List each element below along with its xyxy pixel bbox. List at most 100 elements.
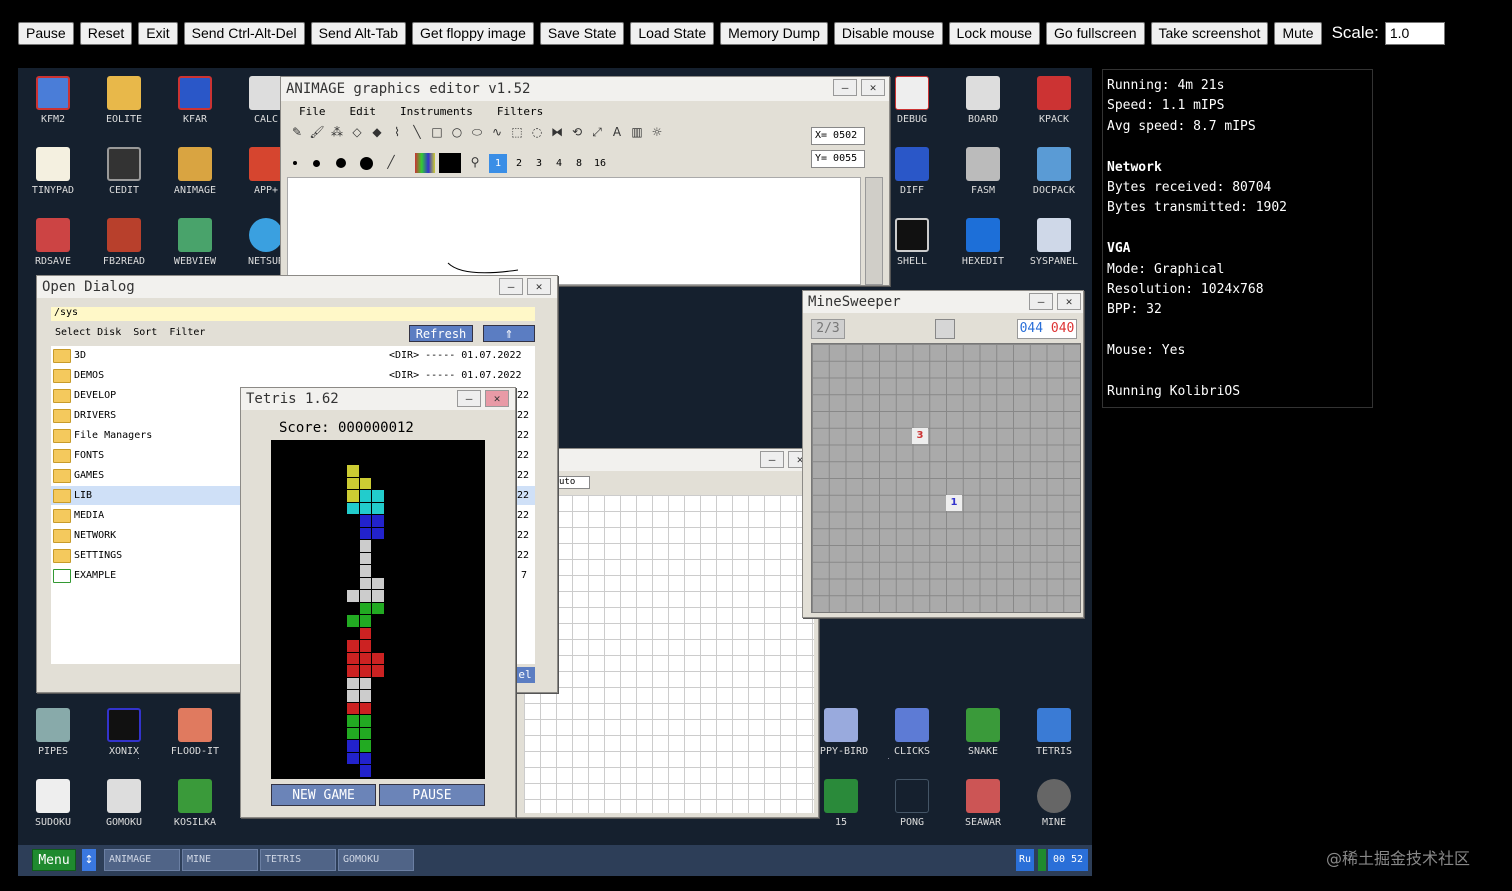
desktop-icon-docpack[interactable]: DOCPACK <box>1019 139 1089 201</box>
close-button[interactable]: ✕ <box>861 79 885 96</box>
desktop-icon-snake[interactable]: SNAKE <box>948 700 1018 762</box>
path-field[interactable]: /sys <box>51 307 535 321</box>
minimize-button[interactable]: – <box>499 278 523 295</box>
thin-line-icon[interactable]: ╱ <box>383 155 399 171</box>
list-item[interactable]: 3D <box>53 346 86 365</box>
disable-mouse-button[interactable]: Disable mouse <box>833 21 943 45</box>
close-button[interactable]: ✕ <box>485 390 509 407</box>
brush-tool-icon[interactable]: 🖌 <box>309 125 325 141</box>
menu-button[interactable]: Menu <box>32 849 76 871</box>
desktop-icon-kpack[interactable]: KPACK <box>1019 68 1089 130</box>
zoom-8[interactable]: 8 <box>571 158 587 169</box>
menu-instruments[interactable]: Instruments <box>400 105 473 118</box>
eraser-tool-icon[interactable]: ◇ <box>349 125 365 141</box>
light-tool-icon[interactable]: ☼ <box>649 125 665 141</box>
list-item[interactable]: SETTINGS <box>53 546 122 565</box>
go-fullscreen-button[interactable]: Go fullscreen <box>1046 21 1145 45</box>
load-state-button[interactable]: Load State <box>630 21 715 45</box>
tetris-window[interactable]: Tetris 1.62 – ✕ Score: 000000012 NEW GAM… <box>240 387 516 818</box>
dot-size-3-icon[interactable] <box>336 158 346 168</box>
scale-input[interactable] <box>1384 21 1445 45</box>
memory-dump-button[interactable]: Memory Dump <box>720 21 828 45</box>
desktop-icon-kfm2[interactable]: KFM2 <box>18 68 88 130</box>
minimize-button[interactable]: – <box>833 79 857 96</box>
dot-size-4-icon[interactable] <box>360 156 373 170</box>
minimize-button[interactable]: – <box>760 451 784 468</box>
desktop-icon-tinypad[interactable]: TINYPAD <box>18 139 88 201</box>
minimize-button[interactable]: – <box>1029 293 1053 310</box>
desktop-icon-clicks[interactable]: CLICKS <box>877 700 947 762</box>
mine-board[interactable]: 3 1 <box>811 343 1081 613</box>
animage-titlebar[interactable]: ANIMAGE graphics editor v1.52 – ✕ <box>281 77 889 101</box>
pipette-tool-icon[interactable]: ⌇ <box>389 125 405 141</box>
open-dialog-titlebar[interactable]: Open Dialog – ✕ <box>37 276 557 298</box>
zoom-3[interactable]: 3 <box>531 158 547 169</box>
reset-button[interactable]: Reset <box>79 21 133 45</box>
get-floppy-image-button[interactable]: Get floppy image <box>412 21 534 45</box>
animage-window[interactable]: ANIMAGE graphics editor v1.52 – ✕ File E… <box>280 76 890 286</box>
desktop-icon-kosilka[interactable]: KOSILKA <box>160 771 230 833</box>
pencil-tool-icon[interactable]: ✎ <box>289 125 305 141</box>
flip-tool-icon[interactable]: ⧓ <box>549 125 565 141</box>
close-button[interactable]: ✕ <box>1057 293 1081 310</box>
new-game-button[interactable]: NEW GAME <box>271 784 376 806</box>
line-tool-icon[interactable]: ╲ <box>409 125 425 141</box>
lock-mouse-button[interactable]: Lock mouse <box>948 21 1041 45</box>
desktop-icon-fasm[interactable]: FASM <box>948 139 1018 201</box>
mute-button[interactable]: Mute <box>1274 21 1322 45</box>
desktop-icon-flood-it[interactable]: FLOOD-IT <box>160 700 230 762</box>
desktop-icon-pong[interactable]: PONG <box>877 771 947 833</box>
grid-window-titlebar[interactable]: – ✕ <box>516 449 818 471</box>
menu-file[interactable]: File <box>299 105 326 118</box>
desktop-icon-cedit[interactable]: CEDIT <box>89 139 159 201</box>
list-item[interactable]: MEDIA <box>53 506 104 525</box>
minesweeper-window[interactable]: MineSweeper – ✕ 2/3 044 040 3 1 <box>802 290 1084 618</box>
menu-filters[interactable]: Filters <box>497 105 543 118</box>
tetris-titlebar[interactable]: Tetris 1.62 – ✕ <box>241 388 515 410</box>
gradient-tool-icon[interactable]: ▥ <box>629 125 645 141</box>
zoom-1[interactable]: 1 <box>489 153 507 173</box>
filter-menu[interactable]: Filter <box>169 327 205 338</box>
close-button[interactable]: ✕ <box>527 278 551 295</box>
list-item[interactable]: DEVELOP <box>53 386 116 405</box>
zoom-2[interactable]: 2 <box>511 158 527 169</box>
fill-tool-icon[interactable]: ◆ <box>369 125 385 141</box>
minesweeper-titlebar[interactable]: MineSweeper – ✕ <box>803 291 1083 313</box>
switch-arrow-icon[interactable]: ↕ <box>82 849 96 871</box>
list-item[interactable]: DEMOS <box>53 366 104 385</box>
emulator-screen[interactable]: KFM2 EOLITE KFAR CALC TINYPAD CEDIT ANIM… <box>18 68 1092 876</box>
mode-field[interactable]: uto <box>556 476 590 489</box>
desktop-icon-gomoku[interactable]: GOMOKU <box>89 771 159 833</box>
zoom-icon[interactable]: ⚲ <box>467 155 483 171</box>
save-state-button[interactable]: Save State <box>539 21 625 45</box>
ellipse-tool-icon[interactable]: ⬭ <box>469 125 485 141</box>
tetris-board[interactable] <box>271 440 485 779</box>
language-indicator[interactable]: Ru <box>1016 849 1034 871</box>
desktop-icon-kfar[interactable]: KFAR <box>160 68 230 130</box>
grid-window[interactable]: – ✕ uto <box>515 448 819 818</box>
desktop-icon-seawar[interactable]: SEAWAR <box>948 771 1018 833</box>
send-alt-tab-button[interactable]: Send Alt-Tab <box>310 21 407 45</box>
curve-tool-icon[interactable]: ∿ <box>489 125 505 141</box>
cancel-button[interactable]: el <box>515 667 535 683</box>
resize-tool-icon[interactable]: ⤢ <box>589 125 605 141</box>
pause-button[interactable]: Pause <box>18 21 74 45</box>
grid-area[interactable] <box>524 495 814 813</box>
list-item[interactable]: EXAMPLE <box>53 566 116 585</box>
circle-tool-icon[interactable]: ○ <box>449 125 465 141</box>
up-directory-button[interactable]: ⇑ <box>483 325 535 342</box>
pause-button[interactable]: PAUSE <box>379 784 485 806</box>
desktop-icon-mine[interactable]: MINE <box>1019 771 1089 833</box>
desktop-icon-webview[interactable]: WEBVIEW <box>160 210 230 272</box>
rotate-tool-icon[interactable]: ⟲ <box>569 125 585 141</box>
dot-size-1-icon[interactable] <box>293 161 297 165</box>
list-item[interactable]: GAMES <box>53 466 104 485</box>
refresh-button[interactable]: Refresh <box>409 325 473 342</box>
taskbar-item-gomoku[interactable]: GOMOKU <box>338 849 414 871</box>
send-ctrl-alt-del-button[interactable]: Send Ctrl-Alt-Del <box>183 21 305 45</box>
palette-icon[interactable] <box>415 153 435 173</box>
canvas-scrollbar[interactable] <box>865 177 883 285</box>
animage-canvas[interactable] <box>287 177 861 285</box>
reset-face-button[interactable] <box>935 319 955 339</box>
current-color-swatch[interactable] <box>439 153 461 173</box>
